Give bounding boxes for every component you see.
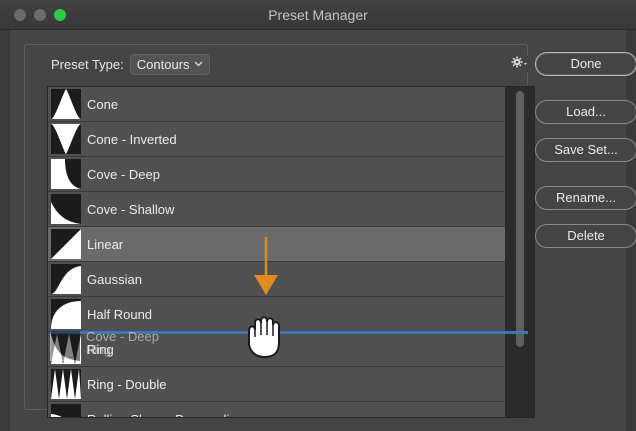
delete-button[interactable]: Delete bbox=[535, 224, 636, 248]
preset-row-ring-double[interactable]: Ring - Double bbox=[48, 367, 505, 402]
drag-ghost-thumbnail bbox=[50, 331, 80, 361]
preset-list[interactable]: Cone Cone - Inverted Cove - Deep Cove - Sha… bbox=[47, 86, 535, 418]
preset-type-row: Preset Type: Contours bbox=[45, 53, 216, 75]
grab-cursor-icon bbox=[248, 316, 280, 359]
preset-row-label: Half Round bbox=[87, 306, 153, 322]
preset-row-cove-shallow[interactable]: Cove - Shallow bbox=[48, 192, 505, 227]
preset-row-label: Linear bbox=[87, 236, 124, 252]
scrollbar[interactable] bbox=[508, 87, 534, 417]
contour-linear-thumbnail bbox=[51, 229, 81, 259]
title-bar: Preset Manager bbox=[0, 0, 636, 30]
preset-type-value: Contours bbox=[136, 56, 190, 72]
preset-row-cone-inverted[interactable]: Cone - Inverted bbox=[48, 122, 505, 157]
drag-ghost: Cove - Deep Ring bbox=[50, 327, 180, 367]
preset-row-label: Gaussian bbox=[87, 271, 142, 287]
gear-icon[interactable] bbox=[508, 56, 530, 72]
window-title: Preset Manager bbox=[268, 7, 368, 23]
preset-type-select[interactable]: Contours bbox=[129, 53, 210, 75]
preset-row-label: Cone - Inverted bbox=[87, 131, 177, 147]
contour-cove-shallow-thumbnail bbox=[51, 194, 81, 224]
preset-row-cove-deep[interactable]: Cove - Deep bbox=[48, 157, 505, 192]
load-button[interactable]: Load... bbox=[535, 100, 636, 124]
scrollbar-thumb[interactable] bbox=[516, 91, 524, 347]
done-button[interactable]: Done bbox=[535, 52, 636, 76]
chevron-down-icon bbox=[194, 61, 202, 67]
rename-button[interactable]: Rename... bbox=[535, 186, 636, 210]
preset-row-label: Rolling Slope - Descending bbox=[87, 412, 244, 418]
preset-row-label: Cove - Deep bbox=[87, 166, 160, 182]
contour-cone-thumbnail bbox=[51, 89, 81, 119]
contour-cone-inverted-thumbnail bbox=[51, 124, 81, 154]
contour-rolling-slope-thumbnail bbox=[51, 404, 81, 417]
preset-row-cone[interactable]: Cone bbox=[48, 87, 505, 122]
save-set-button[interactable]: Save Set... bbox=[535, 138, 636, 162]
arrow-down-icon bbox=[254, 237, 278, 295]
drag-ghost-underlying-label: Ring bbox=[86, 343, 111, 357]
preset-row-label: Cone bbox=[87, 96, 119, 112]
preset-row-rolling-slope[interactable]: Rolling Slope - Descending bbox=[48, 402, 505, 418]
contour-ring-double-thumbnail bbox=[51, 369, 81, 399]
drag-ghost-label: Cove - Deep bbox=[86, 329, 159, 344]
contour-gaussian-thumbnail bbox=[51, 264, 81, 294]
presets-group: Preset Type: Contours ConeCone - Invert bbox=[24, 44, 535, 418]
contour-half-round-thumbnail bbox=[51, 299, 81, 329]
preset-type-label: Preset Type: bbox=[51, 56, 124, 72]
preset-row-label: Ring - Double bbox=[87, 376, 167, 392]
contour-cove-deep-thumbnail bbox=[51, 159, 81, 189]
preset-manager-dialog: Preset Type: Contours ConeCone - Invert bbox=[10, 30, 636, 431]
preset-row-label: Cove - Shallow bbox=[87, 201, 175, 217]
